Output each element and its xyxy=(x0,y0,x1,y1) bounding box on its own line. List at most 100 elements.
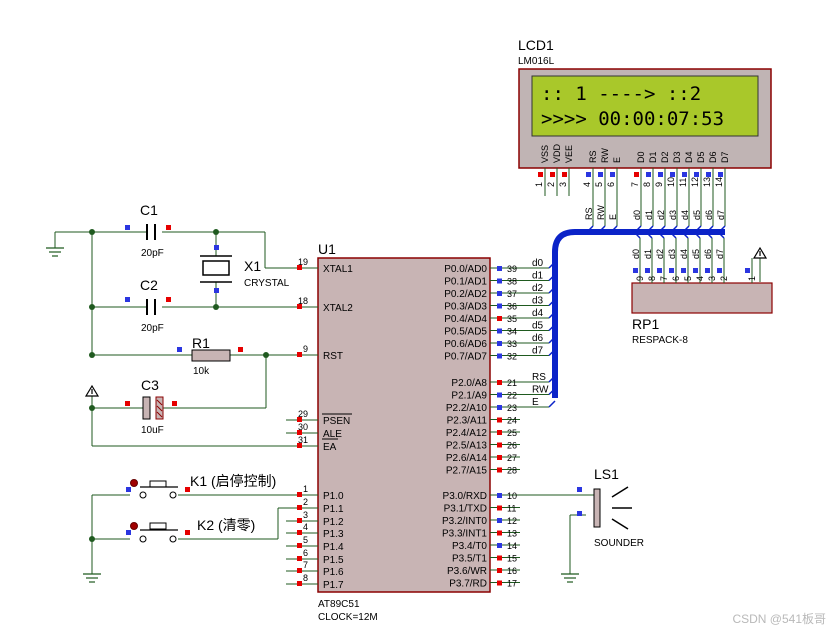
pin-marker xyxy=(497,530,502,536)
net-label: RW xyxy=(532,385,549,396)
pin-label: P2.1/A9 xyxy=(451,391,487,402)
k1-label: K1 (启停控制) xyxy=(190,473,276,489)
pin-marker xyxy=(497,353,502,359)
power-icon xyxy=(752,246,768,259)
pin-label: P0.4/AD4 xyxy=(444,314,487,325)
pin-number: 8 xyxy=(303,573,308,583)
resistor-r1[interactable]: R1 10k xyxy=(177,335,243,377)
junction-dot xyxy=(89,304,95,310)
pin-marker xyxy=(682,172,687,177)
capacitor-c2[interactable]: C2 20pF xyxy=(125,277,171,334)
pin-marker xyxy=(669,268,674,273)
pin-marker xyxy=(497,341,502,346)
sound-wave-icon xyxy=(611,518,629,530)
c3-value: 10uF xyxy=(141,425,164,436)
net-label: d5 xyxy=(532,321,544,332)
junction-dot xyxy=(89,229,95,235)
pin-label: P3.6/WR xyxy=(447,566,487,577)
watermark: CSDN @541板哥 xyxy=(732,612,826,626)
c2-ref: C2 xyxy=(140,277,158,293)
lcd-lcd1[interactable]: LCD1 LM016L :: 1 ----> ::2 >>>> 00:00:07… xyxy=(518,37,772,233)
rp1-model: RESPACK-8 xyxy=(632,335,688,346)
power-icon xyxy=(84,384,100,397)
pin-marker xyxy=(658,172,663,177)
pin-marker xyxy=(497,430,502,435)
pin-marker xyxy=(610,172,615,177)
lcd-wire-label: RW xyxy=(596,205,606,220)
pin-label: P1.4 xyxy=(323,542,344,553)
pin-marker xyxy=(586,172,591,177)
lcd-pin-name: D2 xyxy=(660,151,670,163)
rp1-pin-number: 2 xyxy=(719,276,729,281)
net-label: d7 xyxy=(532,346,544,357)
net-label: d4 xyxy=(532,308,544,319)
pin-marker xyxy=(634,172,639,177)
button-k2[interactable]: K2 (清零) xyxy=(126,517,255,543)
pin-marker xyxy=(681,268,686,273)
x1-value: CRYSTAL xyxy=(244,278,290,289)
lcd-pin-number: 4 xyxy=(582,182,592,187)
crystal-x1[interactable]: X1 CRYSTAL xyxy=(200,245,290,293)
pin-label: P2.0/A8 xyxy=(451,378,487,389)
pin-label: P0.1/AD1 xyxy=(444,277,487,288)
ground-icon xyxy=(561,573,579,583)
lcd-wire-label: d0 xyxy=(632,210,642,220)
pin-number: 28 xyxy=(507,466,517,476)
pin-marker xyxy=(497,467,502,473)
respack-rp1[interactable]: 9 d0 8 d1 7 d2 6 d3 5 d4 4 d5 3 d6 2 d7 1 RP1 RESPACK-8 xyxy=(631,231,773,346)
pin-marker xyxy=(497,417,502,423)
capacitor-c3[interactable]: C3 10uF xyxy=(125,377,177,436)
button-cap-icon xyxy=(130,479,138,487)
u1-clock: CLOCK=12M xyxy=(318,612,378,623)
pin-label: P1.6 xyxy=(323,567,344,578)
pin-label: P2.2/A10 xyxy=(446,403,488,414)
button-k1[interactable]: K1 (启停控制) xyxy=(126,473,276,499)
c1-value: 20pF xyxy=(141,248,164,259)
pin-marker xyxy=(497,505,502,511)
rp1-pin-number: 9 xyxy=(635,276,645,281)
pin-label: P3.4/T0 xyxy=(452,541,487,552)
pin-marker xyxy=(497,291,502,296)
junction-dot xyxy=(89,352,95,358)
net-label: d2 xyxy=(532,283,544,294)
rp1-pin-number: 6 xyxy=(671,276,681,281)
lcd-pin-name: RS xyxy=(588,150,598,163)
rp1-pin-number: 3 xyxy=(707,276,717,281)
lcd-wire-label: RS xyxy=(584,207,594,220)
pin-number: 12 xyxy=(507,516,517,526)
pin-number: 5 xyxy=(303,535,308,545)
pin-marker xyxy=(497,442,502,448)
pin-label: P3.0/RXD xyxy=(443,491,487,502)
sounder-ls1[interactable]: LS1 SOUNDER xyxy=(577,466,644,549)
pin-number: 26 xyxy=(507,441,517,451)
pin-marker xyxy=(297,518,302,523)
pin-label: EA xyxy=(323,442,337,453)
pin-marker xyxy=(497,543,502,548)
mcu-u1[interactable]: U1 AT89C51 CLOCK=12M 19XTAL118XTAL29RST2… xyxy=(286,241,556,623)
pin-marker xyxy=(497,580,502,586)
lcd-pin-name: D3 xyxy=(672,151,682,163)
pin-label: P3.1/TXD xyxy=(444,504,487,515)
pin-label: P3.7/RD xyxy=(449,579,487,590)
pin-marker xyxy=(297,530,302,535)
bus-entry xyxy=(548,400,556,408)
rp1-pin-number: 8 xyxy=(647,276,657,281)
pin-label: ALE xyxy=(323,429,342,440)
pin-marker xyxy=(497,266,502,271)
pin-number: 17 xyxy=(507,579,517,589)
lcd-pin-name: VEE xyxy=(564,145,574,163)
pin-marker xyxy=(297,492,302,497)
c3-ref: C3 xyxy=(141,377,159,393)
pin-marker xyxy=(745,268,750,273)
pin-marker xyxy=(717,268,722,273)
capacitor-c1[interactable]: C1 20pF xyxy=(125,202,171,259)
junction-dot xyxy=(89,405,95,411)
ls1-ref: LS1 xyxy=(594,466,619,482)
pin-label: P3.2/INT0 xyxy=(442,516,487,527)
pin-number: 27 xyxy=(507,453,517,463)
rp1-pin-number: 5 xyxy=(683,276,693,281)
pin-marker xyxy=(497,303,502,309)
pin-number: 38 xyxy=(507,277,517,287)
pin-marker xyxy=(497,405,502,410)
pin-number: 36 xyxy=(507,302,517,312)
